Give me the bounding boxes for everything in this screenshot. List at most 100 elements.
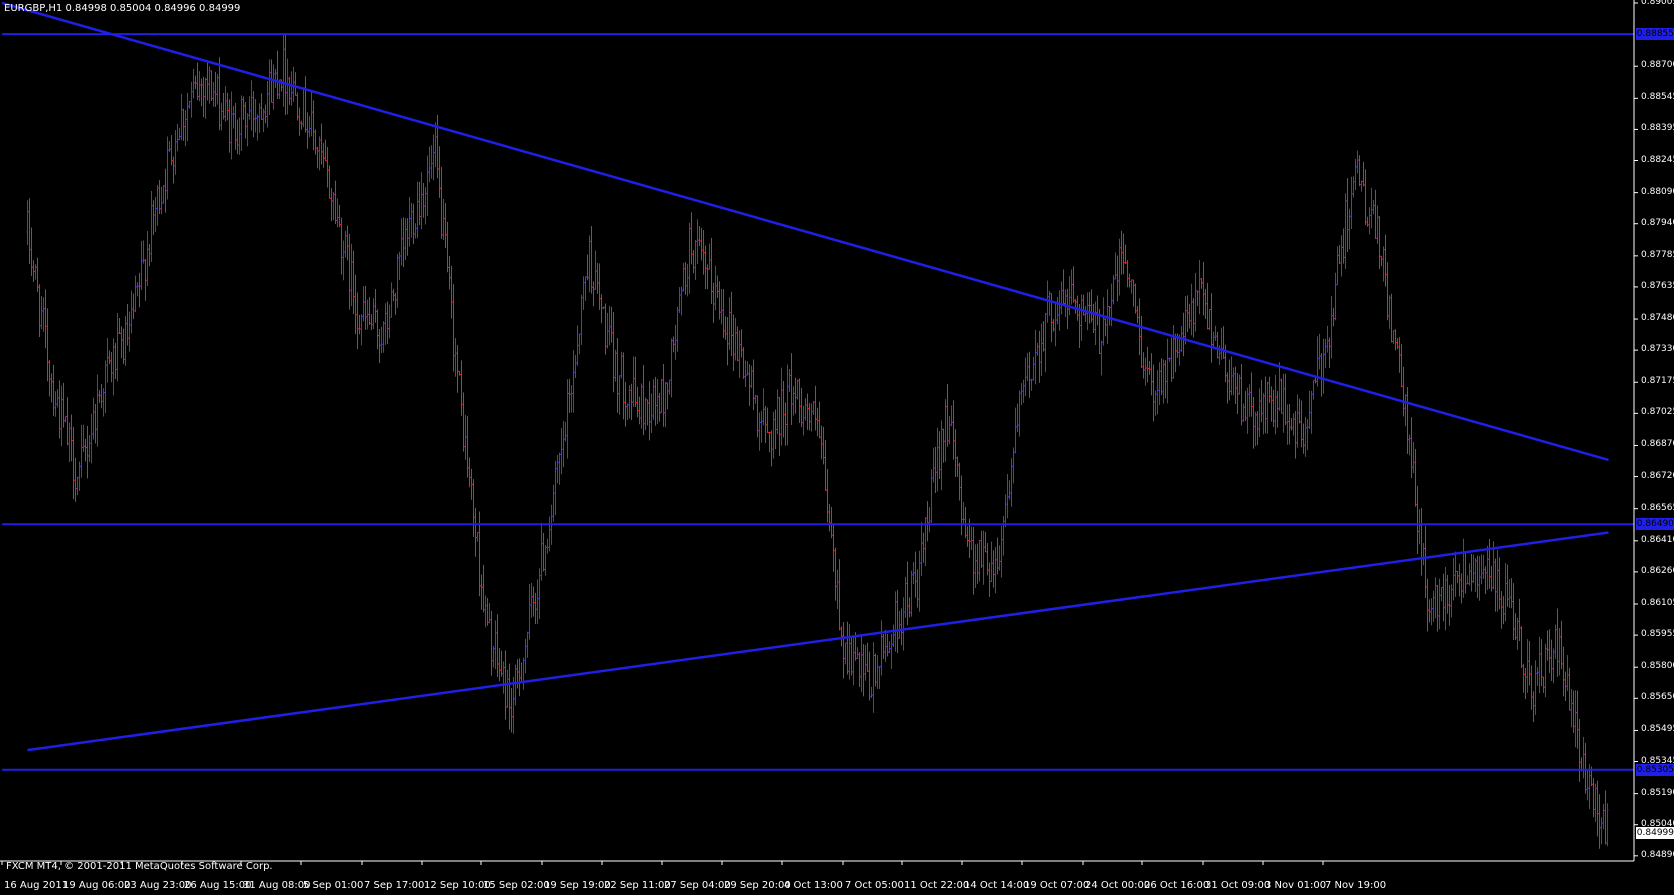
ohlc-bar bbox=[708, 243, 711, 270]
ohlc-bar bbox=[352, 250, 355, 315]
ohlc-bar bbox=[274, 68, 277, 89]
ohlc-bar bbox=[202, 76, 205, 118]
ohlc-bar bbox=[72, 427, 75, 500]
ohlc-bar bbox=[1190, 283, 1193, 336]
ohlc-bar bbox=[660, 378, 663, 414]
ohlc-bar bbox=[434, 122, 437, 168]
ohlc-bar bbox=[714, 265, 717, 311]
ohlc-bar bbox=[1530, 665, 1533, 710]
ohlc-bar bbox=[256, 114, 259, 141]
ohlc-bar bbox=[770, 430, 773, 467]
ohlc-bar bbox=[244, 102, 247, 139]
ohlc-bar bbox=[1054, 302, 1057, 347]
price-chart[interactable] bbox=[0, 0, 1674, 895]
ohlc-bar bbox=[568, 379, 571, 413]
ohlc-bar bbox=[970, 526, 973, 551]
ohlc-bar bbox=[1402, 366, 1405, 417]
descending-resistance-trendline[interactable] bbox=[1, 1, 1609, 462]
ohlc-bar bbox=[1468, 563, 1471, 586]
ohlc-bar bbox=[942, 428, 945, 463]
ohlc-bar bbox=[82, 424, 85, 453]
time-tick-label: 7 Nov 19:00 bbox=[1325, 880, 1387, 891]
ohlc-bar bbox=[1240, 363, 1243, 426]
price-tick-label: 0.86870 bbox=[1641, 439, 1674, 450]
ohlc-bar bbox=[182, 108, 185, 141]
ohlc-bar bbox=[368, 297, 371, 326]
ohlc-bar bbox=[1488, 538, 1491, 589]
ohlc-bar bbox=[1548, 629, 1551, 673]
ohlc-bar bbox=[34, 264, 37, 280]
ohlc-bar bbox=[1210, 293, 1213, 363]
ohlc-bar bbox=[1146, 346, 1149, 383]
ohlc-bar bbox=[1134, 283, 1137, 314]
ohlc-bar bbox=[1258, 388, 1261, 437]
ohlc-bar bbox=[56, 389, 59, 408]
drawn-lines[interactable] bbox=[1, 1, 1634, 771]
ohlc-bar bbox=[876, 655, 879, 689]
ascending-support-trendline[interactable] bbox=[27, 531, 1609, 752]
ohlc-bar bbox=[1326, 325, 1329, 353]
ohlc-bar bbox=[68, 422, 71, 463]
ohlc-bar bbox=[1026, 352, 1029, 382]
price-tick-label: 0.87940 bbox=[1641, 217, 1674, 228]
ohlc-bar bbox=[720, 289, 723, 325]
ohlc-bar bbox=[1470, 553, 1473, 592]
ohlc-bar bbox=[302, 87, 305, 128]
ohlc-bar bbox=[1304, 416, 1307, 457]
ohlc-bar bbox=[1558, 627, 1561, 676]
ohlc-bar bbox=[532, 586, 535, 617]
ohlc-bar bbox=[1008, 480, 1011, 500]
ohlc-bar bbox=[860, 635, 863, 693]
ohlc-bar bbox=[1310, 390, 1313, 434]
ohlc-bar bbox=[912, 562, 915, 584]
ohlc-bar bbox=[1132, 279, 1135, 307]
ohlc-bar bbox=[826, 468, 829, 523]
ohlc-bar bbox=[200, 78, 203, 107]
ohlc-bar bbox=[324, 139, 327, 162]
ohlc-bar bbox=[1508, 579, 1511, 608]
ohlc-bar bbox=[748, 364, 751, 406]
ohlc-bar bbox=[1464, 552, 1467, 594]
ohlc-bar bbox=[1582, 736, 1585, 779]
ohlc-bar bbox=[1394, 329, 1397, 351]
ohlc-bar bbox=[1168, 357, 1171, 362]
ohlc-bar bbox=[518, 658, 521, 697]
price-tick-label: 0.84890 bbox=[1641, 849, 1674, 860]
ohlc-bar bbox=[1278, 362, 1281, 411]
ohlc-bar bbox=[140, 240, 143, 291]
ohlc-bar bbox=[284, 33, 287, 116]
chart-window[interactable]: EURGBP,H1 0.84998 0.85004 0.84996 0.8499… bbox=[0, 0, 1674, 895]
ohlc-bar bbox=[540, 522, 543, 581]
ohlc-bar bbox=[718, 281, 721, 320]
ohlc-bar bbox=[1480, 554, 1483, 585]
ohlc-bar bbox=[736, 326, 739, 362]
ohlc-bar bbox=[1474, 557, 1477, 592]
ohlc-bar bbox=[408, 197, 411, 247]
ohlc-bar bbox=[1284, 373, 1287, 426]
ohlc-bar bbox=[688, 222, 691, 294]
ohlc-bar bbox=[1498, 557, 1501, 610]
ohlc-bar bbox=[266, 81, 269, 128]
ohlc-bar bbox=[784, 402, 787, 446]
ohlc-bar bbox=[164, 168, 167, 213]
price-tick-label: 0.88545 bbox=[1641, 92, 1674, 103]
ohlc-bar bbox=[1374, 189, 1377, 239]
ohlc-bar bbox=[476, 531, 479, 542]
ohlc-bar bbox=[774, 409, 777, 450]
ohlc-bar bbox=[1150, 353, 1153, 396]
ohlc-bar bbox=[1584, 742, 1587, 794]
ohlc-bar bbox=[1198, 260, 1201, 315]
ohlc-bar bbox=[1186, 295, 1189, 333]
ohlc-bar bbox=[948, 416, 951, 445]
ohlc-bar bbox=[508, 663, 511, 730]
ohlc-bar bbox=[926, 501, 929, 542]
ohlc-bar bbox=[106, 337, 109, 383]
time-tick-label: 12 Sep 10:00 bbox=[424, 880, 491, 891]
ohlc-bar bbox=[382, 321, 385, 353]
ohlc-bar bbox=[1080, 294, 1083, 341]
ohlc-bar bbox=[898, 610, 901, 639]
ohlc-bar bbox=[364, 285, 367, 330]
ohlc-bar bbox=[1060, 281, 1063, 315]
ohlc-bar bbox=[1272, 389, 1275, 428]
ohlc-bar bbox=[1094, 301, 1097, 346]
